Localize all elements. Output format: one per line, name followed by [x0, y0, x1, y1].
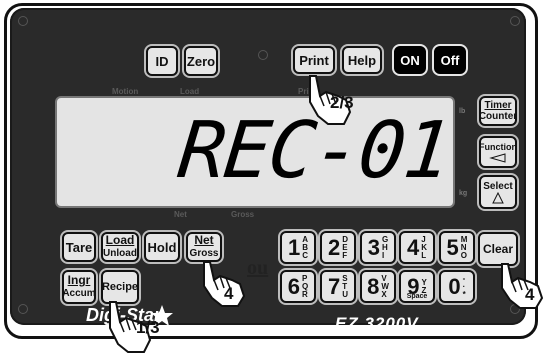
gross-label: Gross: [231, 210, 255, 219]
key-2-button[interactable]: 2DEF: [320, 231, 356, 264]
key-letters: ABC: [302, 235, 309, 260]
print-button[interactable]: Print: [293, 46, 335, 74]
key-digit: 4: [406, 234, 420, 260]
key-letters: MNO: [460, 235, 468, 260]
timer-counter-button[interactable]: Timer Counter: [479, 96, 517, 126]
key-3-button[interactable]: 3GHI: [360, 231, 396, 264]
screw-icon: [18, 16, 28, 26]
function-label: Function: [479, 141, 517, 152]
key-digit: 6: [287, 273, 300, 299]
key-letters: STU: [342, 274, 349, 299]
key-letter: U: [342, 289, 349, 299]
function-button[interactable]: Function: [479, 136, 517, 168]
counter-label: Counter: [478, 111, 518, 122]
key-letters: VWX: [381, 274, 389, 299]
key-0-button[interactable]: 0- · *: [439, 270, 475, 303]
step-label-recipe: 1/3: [136, 318, 160, 337]
key-7-button[interactable]: 7STU: [320, 270, 356, 303]
key-letter: X: [381, 289, 387, 299]
key-6-button[interactable]: 6PQR: [280, 270, 316, 303]
key-digit: 3: [367, 234, 380, 260]
key-5-button[interactable]: 5MNO: [439, 231, 475, 264]
unload-key-label: Unload: [103, 248, 137, 259]
help-button[interactable]: Help: [342, 46, 382, 74]
key-digit: 0: [448, 273, 461, 299]
key-letters: DEF: [342, 235, 348, 260]
on-button[interactable]: ON: [394, 46, 426, 74]
key-letter: L: [421, 250, 427, 260]
key-letters: - · *: [462, 274, 466, 299]
key-digit: 2: [327, 234, 341, 260]
key-letter: R: [302, 289, 308, 299]
net-key-label: Net: [194, 233, 214, 247]
key-letter: O: [460, 250, 468, 260]
pointing-hand-icon: [501, 263, 544, 309]
screw-icon: [510, 16, 520, 26]
ingr-key-label: Ingr: [67, 273, 91, 287]
unit-kg-label: kg: [459, 190, 468, 197]
accum-key-label: Accum: [62, 288, 96, 299]
screw-icon: [18, 304, 28, 314]
key-digit: 7: [327, 273, 341, 299]
ingr-accum-button[interactable]: Ingr Accum: [62, 270, 96, 304]
key-letter: *: [462, 289, 466, 299]
tare-button[interactable]: Tare: [62, 232, 96, 262]
unit-lb-label: lb: [459, 108, 466, 115]
key-letters: PQR: [302, 274, 308, 299]
key-1-button[interactable]: 1ABC: [280, 231, 316, 264]
off-button[interactable]: Off: [434, 46, 466, 74]
left-arrow-icon: [489, 152, 506, 163]
net-label: Net: [174, 210, 187, 219]
id-button[interactable]: ID: [146, 46, 178, 76]
hold-button[interactable]: Hold: [144, 232, 180, 262]
step-label-clear: 4: [525, 285, 535, 304]
key-4-button[interactable]: 4JKL: [399, 231, 435, 264]
key-8-button[interactable]: 8VWX: [360, 270, 396, 303]
load-label: Load: [180, 87, 200, 96]
step-label-net-gross: 4: [224, 284, 234, 303]
load-key-label: Load: [105, 233, 135, 247]
key-letters: GHI: [382, 235, 388, 260]
weight-display: REC-01 lb kg: [55, 96, 467, 208]
select-button[interactable]: Select: [479, 175, 517, 209]
up-arrow-icon: [492, 191, 504, 203]
key-space-label: Space: [406, 293, 428, 300]
key-9-button[interactable]: 9 Y Z Space: [399, 270, 435, 303]
zero-button[interactable]: Zero: [184, 46, 218, 76]
key-letter: F: [342, 250, 348, 260]
key-digit: 5: [446, 234, 459, 260]
key-digit: 8: [367, 273, 380, 299]
select-label: Select: [483, 180, 513, 192]
key-letter: C: [302, 250, 309, 260]
key-digit: 1: [287, 234, 301, 260]
model-name: EZ 3200V: [335, 314, 419, 333]
load-unload-button[interactable]: Load Unload: [101, 232, 139, 262]
step-label-print: 2/3: [330, 93, 354, 112]
key-letter: I: [382, 250, 385, 260]
timer-label: Timer: [484, 100, 512, 111]
motion-label: Motion: [112, 87, 139, 96]
screw-icon: [258, 50, 268, 60]
key-letters: JKL: [421, 235, 427, 260]
